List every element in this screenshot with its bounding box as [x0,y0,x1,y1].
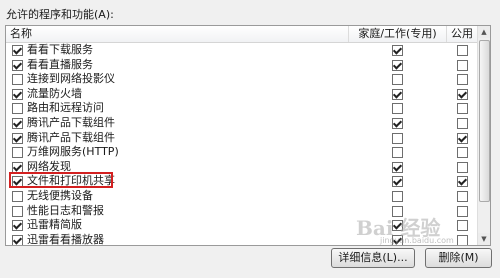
enable-checkbox[interactable] [12,147,23,159]
enable-checkbox[interactable] [12,88,23,100]
list-item[interactable]: 万维网服务(HTTP) [6,145,478,160]
list-item[interactable]: 网络发现 [6,160,478,175]
public-checkbox[interactable] [457,176,468,188]
vertical-scrollbar[interactable]: ▲ ▼ [477,26,490,245]
column-header-public[interactable]: 公用 [446,26,478,42]
home-work-checkbox[interactable] [392,147,403,159]
list-item[interactable]: 连接到网络投影仪 [6,72,478,87]
public-checkbox[interactable] [457,45,468,56]
enable-checkbox[interactable] [12,205,23,217]
program-name: 性能日志和警报 [27,203,104,217]
public-checkbox[interactable] [457,59,468,71]
public-checkbox[interactable] [457,147,468,159]
list-item[interactable]: 无线便携设备 [6,189,478,204]
program-name: 路由和远程访问 [27,101,104,115]
enable-checkbox[interactable] [12,220,23,232]
public-checkbox[interactable] [457,88,468,100]
list-item[interactable]: 流量防火墙 [6,87,478,102]
public-checkbox[interactable] [457,161,468,173]
program-name: 文件和打印机共享 [27,174,115,188]
home-work-checkbox[interactable] [392,190,403,202]
scroll-up-arrow-icon[interactable]: ▲ [478,26,490,38]
home-work-checkbox[interactable] [392,161,403,173]
list-item[interactable]: 腾讯产品下载组件 [6,131,478,146]
program-name: 流量防火墙 [27,86,82,100]
list-item[interactable]: 看看下载服务 [6,43,478,58]
enable-checkbox[interactable] [12,176,23,188]
public-checkbox[interactable] [457,220,468,232]
home-work-checkbox[interactable] [392,45,403,56]
public-checkbox[interactable] [457,234,468,245]
home-work-checkbox[interactable] [392,117,403,129]
enable-checkbox[interactable] [12,117,23,129]
public-checkbox[interactable] [457,190,468,202]
scrollbar-thumb[interactable] [479,40,490,202]
program-name: 无线便携设备 [27,188,93,202]
baidu-watermark-url: jingyan.baidu.com [380,236,454,245]
public-checkbox[interactable] [457,205,468,217]
list-header: 名称 家庭/工作(专用) 公用 [6,26,478,43]
enable-checkbox[interactable] [12,103,23,115]
program-name: 连接到网络投影仪 [27,72,115,86]
program-name: 迅雷看看播放器 [27,232,104,246]
home-work-checkbox[interactable] [392,59,403,71]
column-header-name[interactable]: 名称 [10,26,350,42]
enable-checkbox[interactable] [12,190,23,202]
public-checkbox[interactable] [457,132,468,144]
enable-checkbox[interactable] [12,132,23,144]
column-header-home-work[interactable]: 家庭/工作(专用) [348,26,446,42]
home-work-checkbox[interactable] [392,103,403,115]
program-name: 看看下载服务 [27,43,93,56]
program-name: 网络发现 [27,159,71,173]
home-work-checkbox[interactable] [392,88,403,100]
public-checkbox[interactable] [457,103,468,115]
allowed-programs-label: 允许的程序和功能(A): [6,8,114,21]
scroll-down-arrow-icon[interactable]: ▼ [478,233,490,245]
list-item[interactable]: 文件和打印机共享 [6,172,478,189]
home-work-checkbox[interactable] [392,74,403,86]
program-name: 迅雷精简版 [27,218,82,232]
enable-checkbox[interactable] [12,161,23,173]
program-name: 万维网服务(HTTP) [27,145,119,159]
public-checkbox[interactable] [457,117,468,129]
list-item[interactable]: 腾讯产品下载组件 [6,116,478,131]
enable-checkbox[interactable] [12,74,23,86]
details-button[interactable]: 详细信息(L)... [331,248,415,268]
program-name: 腾讯产品下载组件 [27,115,115,129]
list-item[interactable]: 看看直播服务 [6,58,478,73]
public-checkbox[interactable] [457,74,468,86]
list-item[interactable]: 路由和远程访问 [6,101,478,116]
home-work-checkbox[interactable] [392,132,403,144]
enable-checkbox[interactable] [12,59,23,71]
enable-checkbox[interactable] [12,234,23,245]
program-name: 看看直播服务 [27,57,93,71]
program-name: 腾讯产品下载组件 [27,130,115,144]
enable-checkbox[interactable] [12,45,23,56]
remove-button[interactable]: 删除(M) [425,248,492,268]
home-work-checkbox[interactable] [392,176,403,188]
